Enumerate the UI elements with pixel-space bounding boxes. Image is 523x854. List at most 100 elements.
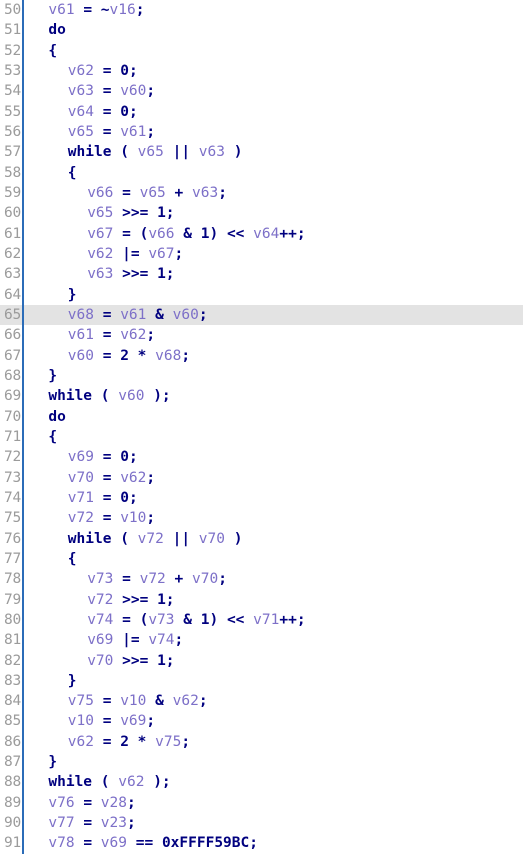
token-var[interactable]: v69 [120,713,146,729]
code-text[interactable]: do [29,407,65,427]
code-lines-container[interactable]: 50 v61 = ~v16; 51 do 52 {53 v62 = 0; 54 v63 = v6… [0,0,523,854]
code-line[interactable]: 56 v65 = v61; [0,122,523,142]
code-text[interactable]: } [29,285,77,305]
token-var[interactable]: v28 [101,795,127,811]
token-var[interactable]: v70 [87,653,113,669]
code-text[interactable]: } [29,752,57,772]
code-text[interactable]: { [29,427,57,447]
code-text[interactable]: } [29,671,77,691]
code-line[interactable]: 70 do [0,407,523,427]
code-line[interactable]: 90 v77 = v23; [0,813,523,833]
code-line[interactable]: 58 { [0,163,523,183]
code-line[interactable]: 54 v63 = v60; [0,81,523,101]
code-text[interactable]: do [29,20,65,40]
code-line[interactable]: 60 v65 >>= 1; [0,203,523,223]
code-line[interactable]: 86 v62 = 2 * v75; [0,732,523,752]
token-var[interactable]: v73 [87,571,113,587]
code-line[interactable]: 61 v67 = (v66 & 1) << v64++; [0,224,523,244]
token-var[interactable]: v16 [110,2,136,18]
code-text[interactable]: v65 = v61; [29,122,155,142]
pseudocode-editor[interactable]: 50 v61 = ~v16; 51 do 52 {53 v62 = 0; 54 v63 = v6… [0,0,523,854]
code-line[interactable]: 84 v75 = v10 & v62; [0,691,523,711]
code-text[interactable]: v62 = 2 * v75; [29,732,190,752]
code-text[interactable]: while ( v65 || v63 ) [29,142,243,162]
code-text[interactable]: v67 = (v66 & 1) << v64++; [29,224,305,244]
code-line[interactable]: 67 v60 = 2 * v68; [0,346,523,366]
token-var[interactable]: v74 [148,632,174,648]
code-text[interactable]: v70 = v62; [29,468,155,488]
code-line[interactable]: 85 v10 = v69; [0,711,523,731]
token-var[interactable]: v67 [87,226,113,242]
code-text[interactable]: { [29,41,57,61]
code-text[interactable]: while ( v62 ); [29,772,170,792]
token-var[interactable]: v70 [68,470,94,486]
code-text[interactable]: while ( v60 ); [29,386,170,406]
code-line[interactable]: 69 while ( v60 ); [0,386,523,406]
code-text[interactable]: v72 >>= 1; [29,590,174,610]
code-text[interactable]: v60 = 2 * v68; [29,346,190,366]
token-var[interactable]: v75 [68,693,94,709]
token-var[interactable]: v65 [140,185,166,201]
token-var[interactable]: v65 [138,144,164,160]
token-var[interactable]: v23 [101,815,127,831]
code-text[interactable]: v64 = 0; [29,102,138,122]
code-text[interactable]: v78 = v69 == 0xFFFF59BC; [29,833,258,853]
token-var[interactable]: v72 [138,531,164,547]
token-var[interactable]: v70 [199,531,225,547]
token-var[interactable]: v60 [118,388,144,404]
code-line[interactable]: 53 v62 = 0; [0,61,523,81]
code-line[interactable]: 81 v69 |= v74; [0,630,523,650]
code-line[interactable]: 62 v62 |= v67; [0,244,523,264]
code-text[interactable]: v69 |= v74; [29,630,183,650]
token-var[interactable]: v66 [87,185,113,201]
code-line[interactable]: 65 v68 = v61 & v60; [0,304,523,326]
token-var[interactable]: v61 [68,327,94,343]
token-var[interactable]: v61 [120,307,146,323]
token-var[interactable]: v72 [140,571,166,587]
token-var[interactable]: v64 [253,226,279,242]
code-line[interactable]: 55 v64 = 0; [0,102,523,122]
code-text[interactable]: v71 = 0; [29,488,138,508]
code-text[interactable]: } [29,366,57,386]
code-line[interactable]: 89 v76 = v28; [0,793,523,813]
code-text[interactable]: v75 = v10 & v62; [29,691,208,711]
code-line[interactable]: 68} [0,366,523,386]
code-line[interactable]: 72 v69 = 0; [0,447,523,467]
token-var[interactable]: v69 [101,835,127,851]
token-var[interactable]: v61 [120,124,146,140]
code-line[interactable]: 71 { [0,427,523,447]
token-var[interactable]: v62 [87,246,113,262]
token-var[interactable]: v62 [118,774,144,790]
token-var[interactable]: v62 [68,734,94,750]
token-var[interactable]: v62 [120,470,146,486]
code-text[interactable]: while ( v72 || v70 ) [29,529,243,549]
token-var[interactable]: v72 [68,510,94,526]
token-var[interactable]: v62 [120,327,146,343]
code-line[interactable]: 75 v72 = v10; [0,508,523,528]
token-var[interactable]: v77 [48,815,74,831]
token-var[interactable]: v75 [155,734,181,750]
code-line[interactable]: 82 v70 >>= 1; [0,651,523,671]
token-var[interactable]: v76 [48,795,74,811]
token-var[interactable]: v64 [68,104,94,120]
token-var[interactable]: v68 [155,348,181,364]
code-text[interactable]: v69 = 0; [29,447,138,467]
token-var[interactable]: v62 [173,693,199,709]
code-text[interactable]: v77 = v23; [29,813,135,833]
code-text[interactable]: { [29,549,77,569]
code-line[interactable]: 73 v70 = v62; [0,468,523,488]
token-var[interactable]: v67 [148,246,174,262]
token-var[interactable]: v72 [87,592,113,608]
code-line[interactable]: 64} [0,285,523,305]
token-var[interactable]: v62 [68,63,94,79]
code-line[interactable]: 76 while ( v72 || v70 ) [0,529,523,549]
token-var[interactable]: v74 [87,612,113,628]
token-var[interactable]: v68 [68,307,94,323]
code-line[interactable]: 74 v71 = 0; [0,488,523,508]
token-var[interactable]: v78 [48,835,74,851]
token-var[interactable]: v73 [148,612,174,628]
code-text[interactable]: v63 >>= 1; [29,264,174,284]
code-line[interactable]: 77 { [0,549,523,569]
code-line[interactable]: 80 v74 = (v73 & 1) << v71++; [0,610,523,630]
token-var[interactable]: v71 [68,490,94,506]
